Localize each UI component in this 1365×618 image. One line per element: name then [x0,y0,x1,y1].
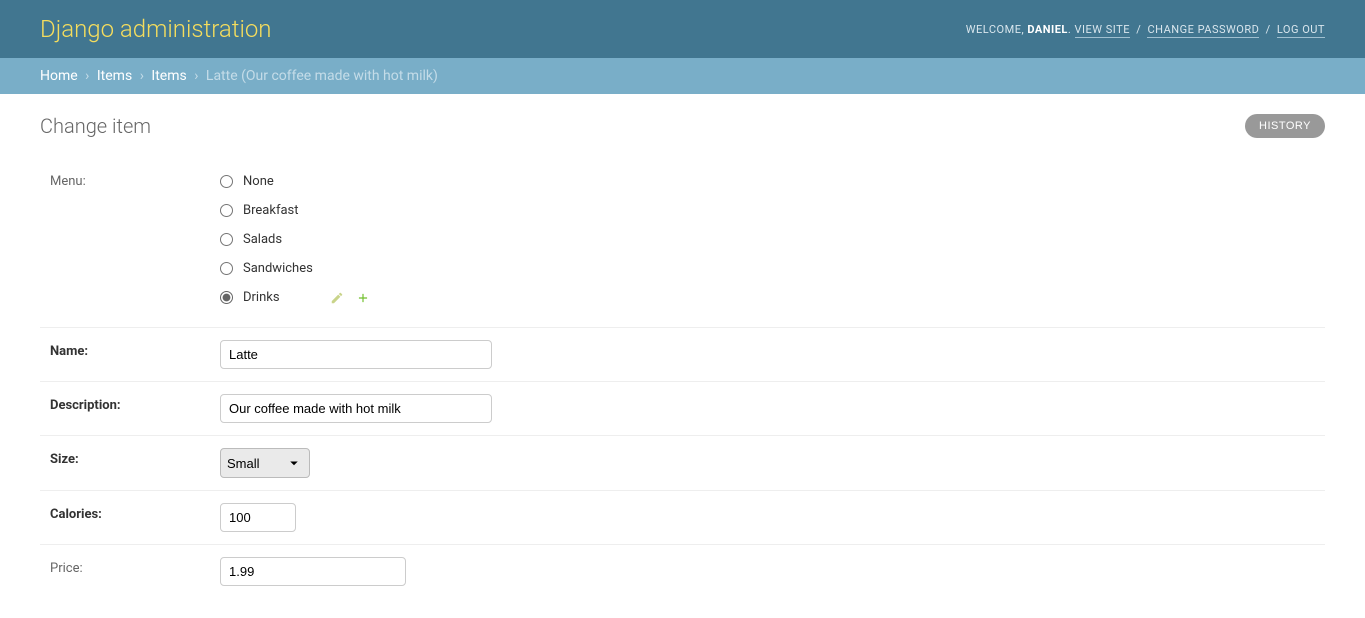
label-name: Name: [50,340,220,359]
form-row-size: Size: Small [40,436,1325,491]
menu-option: Sandwiches [220,257,1315,280]
label-price: Price: [50,557,220,576]
menu-radio[interactable] [220,204,233,217]
menu-option: Breakfast [220,199,1315,222]
label-description: Description: [50,394,220,413]
menu-option-label[interactable]: Breakfast [243,203,299,218]
form-row-description: Description: [40,382,1325,436]
header: Django administration WELCOME, DANIEL. V… [0,0,1365,58]
breadcrumb-app[interactable]: Items [97,68,132,84]
field-menu: None Breakfast Salads Sandwiches Drinks [220,170,1315,315]
view-site-link[interactable]: VIEW SITE [1075,23,1130,38]
page-title: Change item [40,114,151,138]
breadcrumbs: Home › Items › Items › Latte (Our coffee… [0,58,1365,94]
menu-radio[interactable] [220,291,233,304]
description-input[interactable] [220,394,492,423]
menu-option-label[interactable]: Sandwiches [243,261,313,276]
menu-radio[interactable] [220,233,233,246]
content: Change item HISTORY Menu: None Breakfast S… [0,94,1365,618]
label-calories: Calories: [50,503,220,522]
menu-radio[interactable] [220,175,233,188]
form-row-calories: Calories: [40,491,1325,545]
name-input[interactable] [220,340,492,369]
label-menu: Menu: [50,170,220,189]
related-actions [330,291,370,305]
breadcrumb-object: Latte (Our coffee made with hot milk) [206,68,438,84]
breadcrumb-model[interactable]: Items [151,68,186,84]
menu-option: Salads [220,228,1315,251]
history-button[interactable]: HISTORY [1245,114,1325,138]
calories-input[interactable] [220,503,296,532]
form-row-price: Price: [40,545,1325,598]
menu-option: None [220,170,1315,193]
menu-option-label[interactable]: Salads [243,232,282,247]
menu-option: Drinks [220,286,1315,309]
size-select[interactable]: Small [220,448,310,478]
menu-radio-list: None Breakfast Salads Sandwiches Drinks [220,170,1315,309]
edit-icon[interactable] [330,291,344,305]
menu-option-label[interactable]: None [243,174,274,189]
logout-link[interactable]: LOG OUT [1277,23,1325,38]
breadcrumb-home[interactable]: Home [40,68,78,84]
welcome-text: WELCOME, [966,23,1028,36]
menu-option-label[interactable]: Drinks [243,290,280,305]
add-icon[interactable] [356,291,370,305]
label-size: Size: [50,448,220,467]
form-row-name: Name: [40,328,1325,382]
menu-radio[interactable] [220,262,233,275]
change-form: Menu: None Breakfast Salads Sandwiches Drink… [40,158,1325,598]
username: DANIEL [1027,23,1068,36]
site-title[interactable]: Django administration [40,15,272,43]
change-password-link[interactable]: CHANGE PASSWORD [1147,23,1259,38]
content-header: Change item HISTORY [40,114,1325,138]
form-row-menu: Menu: None Breakfast Salads Sandwiches Drink… [40,158,1325,328]
user-tools: WELCOME, DANIEL. VIEW SITE / CHANGE PASS… [966,23,1325,36]
